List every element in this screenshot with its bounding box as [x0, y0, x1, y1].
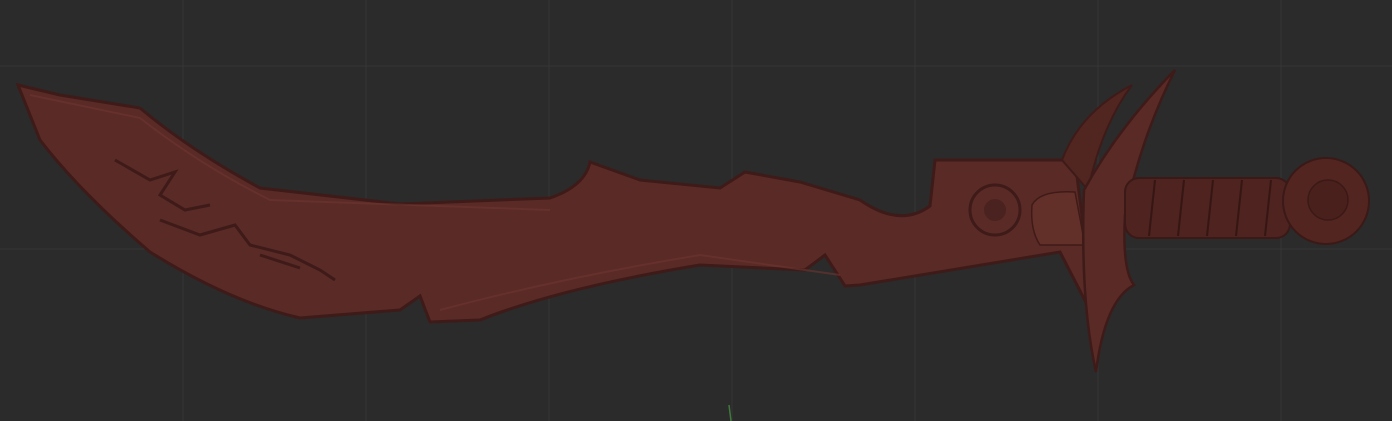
hilt-rivet-center	[984, 199, 1006, 221]
3d-viewport[interactable]	[0, 0, 1392, 421]
hilt-plate	[1030, 191, 1086, 246]
pommel-center	[1307, 179, 1349, 221]
